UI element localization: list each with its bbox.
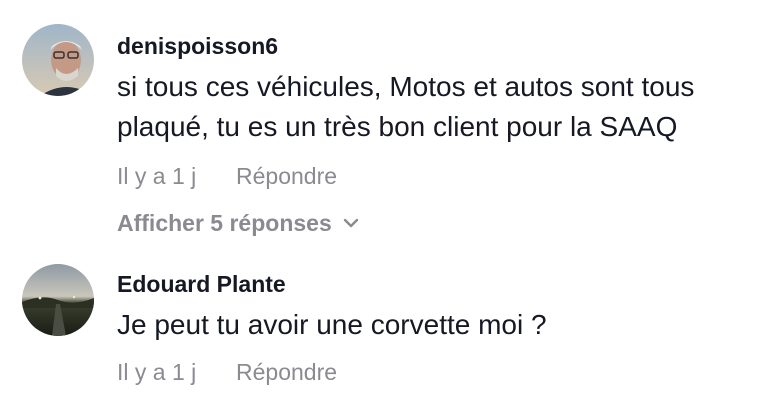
comment-text: si tous ces véhicules, Motos et autos so…: [117, 67, 768, 147]
view-replies-label: Afficher 5 réponses: [117, 210, 332, 236]
avatar[interactable]: [22, 264, 94, 336]
reply-button[interactable]: Répondre: [236, 357, 337, 387]
comment-text-line: plaqué, tu es un très bon client pour la…: [117, 111, 678, 142]
comment-meta: Il y a 1 j Répondre: [117, 161, 768, 191]
avatar[interactable]: [22, 24, 94, 96]
comment-timestamp: Il y a 1 j: [117, 359, 197, 385]
avatar-photo-icon: [22, 24, 94, 96]
comment-text-line: Je peut tu avoir une corvette moi ?: [117, 309, 547, 340]
view-replies-button[interactable]: Afficher 5 réponses: [117, 208, 768, 238]
comment-text: Je peut tu avoir une corvette moi ?: [117, 305, 768, 345]
comment-meta: Il y a 1 j Répondre: [117, 357, 768, 387]
comment-text-line: si tous ces véhicules, Motos et autos so…: [117, 71, 695, 102]
comment-timestamp: Il y a 1 j: [117, 163, 197, 189]
chevron-down-icon: [343, 218, 358, 228]
avatar-photo-icon: [22, 264, 94, 336]
comment-username[interactable]: Edouard Plante: [117, 269, 768, 299]
reply-button[interactable]: Répondre: [236, 161, 337, 191]
comment-username[interactable]: denispoisson6: [117, 31, 768, 61]
